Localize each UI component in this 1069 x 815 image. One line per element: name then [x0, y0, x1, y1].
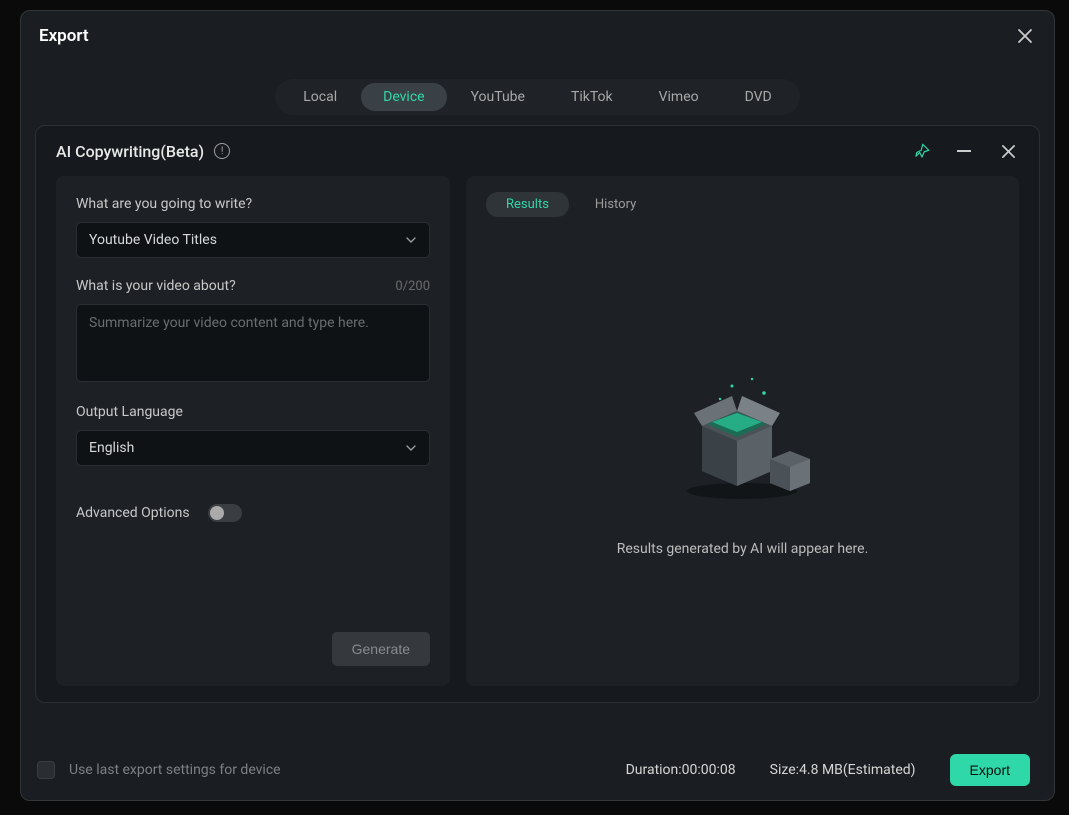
use-last-settings-checkbox[interactable] — [37, 761, 55, 779]
form-panel: What are you going to write? Youtube Vid… — [56, 176, 450, 686]
write-label: What are you going to write? — [76, 196, 430, 212]
duration-info: Duration:00:00:08 — [626, 762, 736, 778]
results-panel: Results History — [466, 176, 1019, 686]
duration-value: 00:00:08 — [682, 762, 736, 778]
export-title: Export — [39, 26, 89, 46]
tab-dvd[interactable]: DVD — [723, 83, 794, 111]
write-type-value: Youtube Video Titles — [89, 232, 217, 248]
generate-button[interactable]: Generate — [332, 632, 430, 666]
export-header: Export — [21, 11, 1054, 55]
ai-body: What are you going to write? Youtube Vid… — [36, 176, 1039, 686]
tab-tiktok[interactable]: TikTok — [549, 83, 635, 111]
close-icon[interactable] — [1014, 25, 1036, 47]
about-textarea[interactable] — [76, 304, 430, 382]
empty-box-icon — [662, 351, 822, 511]
tab-local[interactable]: Local — [281, 83, 359, 111]
tab-history[interactable]: History — [591, 192, 640, 217]
advanced-row: Advanced Options — [76, 504, 430, 522]
export-button[interactable]: Export — [950, 754, 1030, 786]
results-tabs: Results History — [486, 192, 640, 217]
inner-close-icon[interactable] — [997, 140, 1019, 162]
minimize-icon[interactable] — [957, 150, 971, 152]
size-label: Size: — [770, 762, 799, 778]
chevron-down-icon — [405, 442, 417, 454]
size-info: Size:4.8 MB(Estimated) — [770, 762, 916, 778]
ai-copywriting-panel: AI Copywriting(Beta) ! What are you goin… — [35, 125, 1040, 703]
duration-label: Duration: — [626, 762, 682, 778]
use-last-settings-label: Use last export settings for device — [69, 762, 281, 778]
export-tabs: Local Device YouTube TikTok Vimeo DVD — [21, 55, 1054, 125]
about-label: What is your video about? — [76, 278, 236, 294]
lang-label: Output Language — [76, 404, 430, 420]
tab-vimeo[interactable]: Vimeo — [637, 83, 721, 111]
ai-title: AI Copywriting(Beta) — [56, 142, 204, 161]
chevron-down-icon — [405, 234, 417, 246]
export-dialog: Export Local Device YouTube TikTok Vimeo… — [20, 10, 1055, 801]
advanced-label: Advanced Options — [76, 505, 190, 521]
language-select[interactable]: English — [76, 430, 430, 466]
size-value: 4.8 MB(Estimated) — [799, 762, 915, 778]
char-counter: 0/200 — [395, 279, 430, 294]
ai-header: AI Copywriting(Beta) ! — [36, 126, 1039, 176]
write-type-select[interactable]: Youtube Video Titles — [76, 222, 430, 258]
advanced-toggle[interactable] — [208, 504, 242, 522]
tab-results[interactable]: Results — [486, 192, 569, 217]
empty-state: Results generated by AI will appear here… — [617, 237, 869, 670]
tab-youtube[interactable]: YouTube — [449, 83, 547, 111]
tabs-pill: Local Device YouTube TikTok Vimeo DVD — [275, 79, 800, 115]
info-icon[interactable]: ! — [214, 143, 230, 159]
tab-device[interactable]: Device — [361, 83, 446, 111]
pin-icon[interactable] — [913, 142, 931, 160]
export-footer: Use last export settings for device Dura… — [21, 740, 1054, 800]
empty-text: Results generated by AI will appear here… — [617, 541, 869, 557]
language-value: English — [89, 440, 134, 456]
